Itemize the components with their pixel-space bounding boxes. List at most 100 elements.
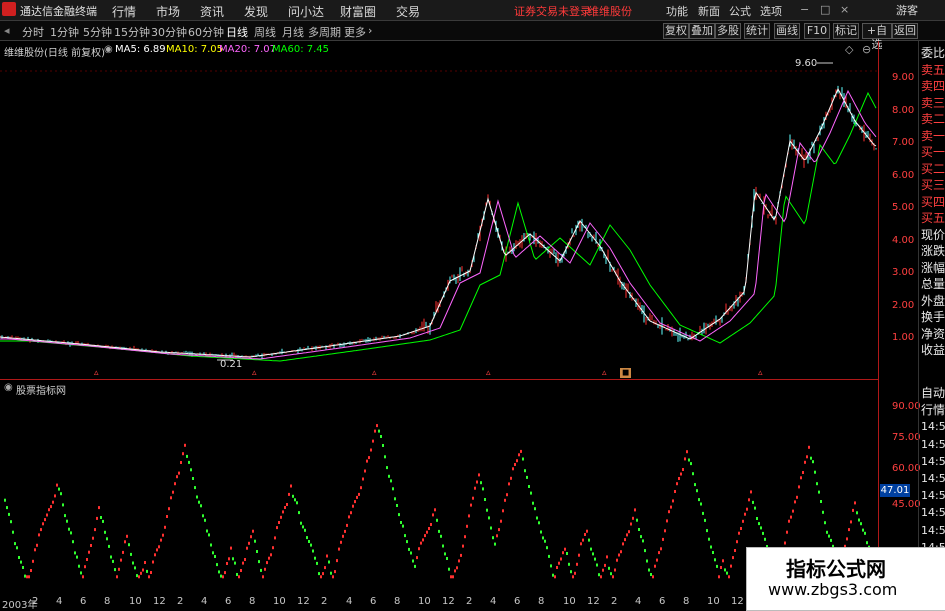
oscillator-bar [158,545,160,549]
tool-overlay[interactable]: 叠加 [689,23,715,39]
oscillator-bar [824,521,826,525]
ma60-line [0,91,877,362]
legend-circle-icon[interactable]: ◉ [104,44,113,55]
date-tick-label: 2 [611,596,618,607]
auto-quote-label[interactable]: 行情 [921,403,945,417]
diamond-icon[interactable]: ◇ [845,43,853,56]
oscillator-bar [548,554,550,558]
oscillator-bar [294,498,296,502]
period-30min[interactable]: 30分钟 [151,24,187,40]
tool-statistics[interactable]: 统计 [744,23,770,39]
quote-field-label: 买二 [921,161,945,176]
period-15min[interactable]: 15分钟 [114,24,150,40]
tool-restore-rights[interactable]: 复权 [663,23,689,39]
period-60min[interactable]: 60分钟 [188,24,224,40]
event-marker: ▵ [758,368,763,378]
oscillator-bar [570,570,572,574]
menu-market[interactable]: 市场 [156,3,180,20]
price-chart-panel[interactable]: 9.60 0.21 ◇ ⊖ [0,41,878,380]
oscillator-bar [516,459,518,463]
oscillator-bar [492,536,494,540]
oscillator-bar [176,475,178,479]
auto-quote-label[interactable]: 自动 [921,386,945,400]
menu-wealth[interactable]: 财富圈 [340,3,376,20]
menu-market-quotes[interactable]: 行情 [112,3,136,20]
oscillator-bar [428,527,430,530]
oscillator-bar [512,467,514,471]
quote-field-label: 买四 [921,194,945,209]
period-left-arrow-icon[interactable]: ◂ [4,24,10,37]
more-chevron-icon[interactable]: › [368,24,372,37]
event-marker: ▵ [252,368,257,378]
oscillator-bar [142,568,144,572]
oscillator-bar [608,566,610,570]
oscillator-bar [118,567,120,571]
oscillator-bar [110,555,112,559]
stock-notice[interactable]: 维维股份 [588,3,632,19]
date-tick-label: 6 [659,596,666,607]
oscillator-bar [544,539,546,543]
close-icon[interactable]: × [840,3,849,16]
menu-trade[interactable]: 交易 [396,3,420,20]
oscillator-bar [616,558,618,562]
oscillator-bar [628,530,630,534]
oscillator-bar [734,549,736,552]
tool-f10[interactable]: F10 [804,23,830,39]
tool-back[interactable]: 返回 [892,23,918,39]
ma20-value: MA20: 7.07 [219,44,277,55]
quote-field-label: 外盘 [921,293,945,308]
period-more[interactable]: 更多 [344,24,366,40]
menu-ask[interactable]: 问小达 [288,3,324,20]
menu-discover[interactable]: 发现 [244,3,268,20]
oscillator-bar [198,500,200,504]
oscillator-bar [182,452,184,456]
period-intraday[interactable]: 分时 [22,24,44,40]
menu-new-page[interactable]: 新面 [698,3,720,19]
oscillator-bar [508,482,510,486]
oscillator-bar [374,429,376,433]
oscillator-bar [376,424,378,428]
oscillator-bar [194,486,196,490]
oscillator-bar [126,534,128,538]
oscillator-bar [292,494,294,498]
info-mine-marker[interactable]: ◼ [620,368,632,378]
oscillator-bar [806,455,808,459]
oscillator-bar [254,539,256,543]
period-weekly[interactable]: 周线 [254,24,276,40]
tool-mark[interactable]: 标记 [833,23,859,39]
minimize-icon[interactable]: − [800,3,809,16]
date-tick-label: 12 [297,596,310,607]
tool-draw-line[interactable]: 画线 [774,23,800,39]
oscillator-bar [830,538,832,542]
oscillator-bar [568,562,570,566]
oscillator-bar [108,544,110,548]
tool-add-watchlist[interactable]: +自选 [862,23,892,51]
oscillator-bar [496,534,498,538]
guest-user[interactable]: 游客 [896,2,918,18]
menu-formula[interactable]: 公式 [729,3,751,19]
login-notice[interactable]: 证券交易未登录 [514,3,591,19]
period-1min[interactable]: 1分钟 [50,24,79,40]
oscillator-bar [754,506,756,510]
menu-options[interactable]: 选项 [760,3,782,19]
oscillator-bar [396,504,398,507]
menu-news[interactable]: 资讯 [200,3,224,20]
oscillator-bar [12,530,14,534]
oscillator-bar [718,575,720,579]
price-chart[interactable] [0,41,878,379]
minus-icon[interactable]: ⊖ [862,43,871,56]
oscillator-bar [124,540,126,544]
period-daily[interactable]: 日线 [226,24,248,40]
maximize-icon[interactable]: □ [820,3,830,16]
oscillator-bar [800,476,802,480]
period-monthly[interactable]: 月线 [282,24,304,40]
period-5min[interactable]: 5分钟 [83,24,112,40]
oscillator-bar [584,533,586,536]
tool-multi-stock[interactable]: 多股 [715,23,741,39]
menu-functions[interactable]: 功能 [666,3,688,19]
oscillator-bar [722,559,724,563]
oscillator-bar [558,561,560,565]
period-multi[interactable]: 多周期 [308,24,341,40]
oscillator-bar [258,560,260,564]
oscillator-bar [692,472,694,476]
